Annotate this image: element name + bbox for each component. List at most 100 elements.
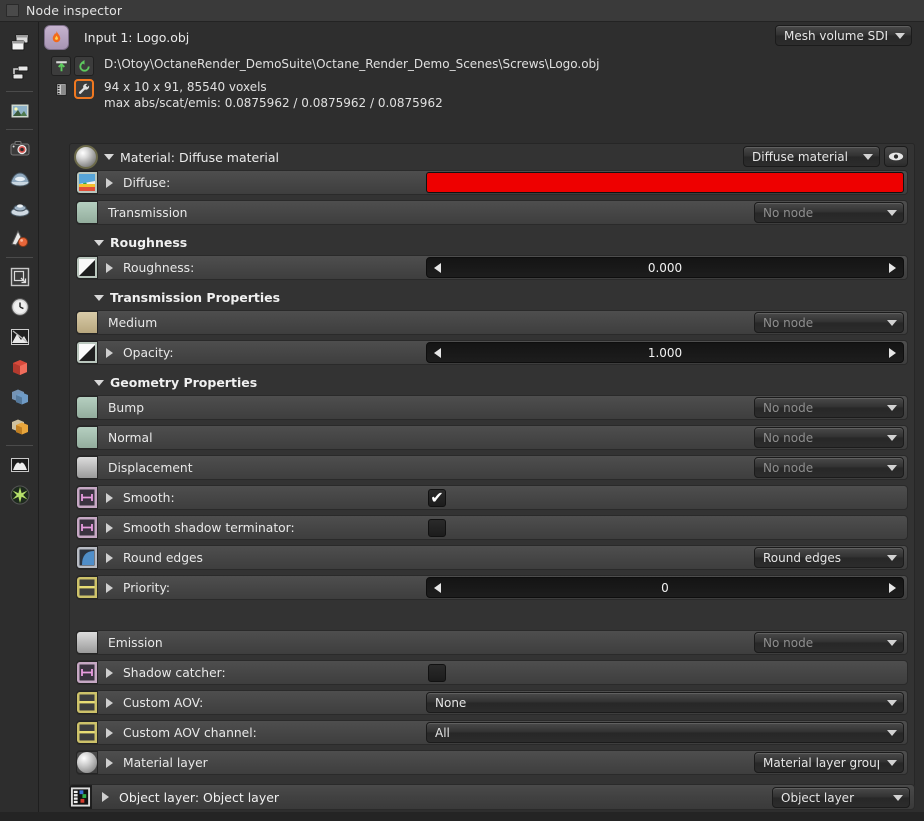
dropdown-round-edges[interactable]: Round edges xyxy=(754,547,904,568)
clock-icon[interactable] xyxy=(0,292,39,322)
blue-cube-icon[interactable] xyxy=(0,382,39,412)
material-type-selector[interactable]: Diffuse material xyxy=(743,146,880,167)
pin-int-swatch[interactable] xyxy=(76,691,98,714)
pin-gray-swatch[interactable] xyxy=(76,256,98,279)
node-type-selector[interactable]: Mesh volume SDF xyxy=(775,25,912,46)
dropdown-displacement[interactable]: No node xyxy=(754,457,904,478)
increment-arrow-icon[interactable] xyxy=(889,347,896,358)
expand-toggle-custom-aov-channel[interactable] xyxy=(106,727,113,738)
number-field-opacity[interactable]: 1.000 xyxy=(426,342,904,363)
expand-toggle-smooth-shadow-terminator[interactable] xyxy=(106,522,113,533)
dropdown-custom-aov[interactable]: None xyxy=(426,692,904,713)
eye-icon[interactable] xyxy=(884,146,908,167)
group-expand-toggle[interactable] xyxy=(94,239,104,246)
material-container: Material: Diffuse material Diffuse mater… xyxy=(69,143,915,787)
pin-image-swatch[interactable] xyxy=(76,171,98,194)
expand-toggle-diffuse[interactable] xyxy=(106,177,113,188)
dropdown-normal[interactable]: No node xyxy=(754,427,904,448)
medium-icon[interactable] xyxy=(0,194,39,224)
group-expand-toggle[interactable] xyxy=(94,379,104,386)
group-expand-toggle[interactable] xyxy=(94,294,104,301)
checkbox-smooth[interactable]: ✔ xyxy=(428,489,446,507)
dropdown-material-layer[interactable]: Material layer group xyxy=(754,752,904,773)
pin-roundedge-swatch[interactable] xyxy=(76,546,98,569)
flame-icon xyxy=(44,24,69,50)
group-label: Roughness xyxy=(110,235,188,250)
group-header-roughness-group[interactable]: Roughness xyxy=(76,230,908,255)
expand-toggle-custom-aov[interactable] xyxy=(106,697,113,708)
pin-green-swatch[interactable] xyxy=(76,201,98,224)
expand-toggle-smooth[interactable] xyxy=(106,492,113,503)
voxel-info-row: 94 x 10 x 91, 85540 voxels max abs/scat/… xyxy=(51,78,924,111)
histogram-icon[interactable] xyxy=(0,450,39,480)
decrement-arrow-icon[interactable] xyxy=(434,582,441,593)
pin-silver-swatch[interactable] xyxy=(76,456,98,479)
environment-icon[interactable] xyxy=(0,164,39,194)
chevron-down-icon xyxy=(887,699,897,706)
resolution-icon[interactable] xyxy=(0,262,39,292)
pin-gray-swatch[interactable] xyxy=(76,341,98,364)
group-header-transmission-properties-group[interactable]: Transmission Properties xyxy=(76,285,908,310)
toolbar-separator xyxy=(5,129,33,130)
color-field-diffuse[interactable] xyxy=(426,172,904,193)
row-smooth: Smooth: ✔ xyxy=(76,485,908,510)
orange-cube-icon[interactable] xyxy=(0,412,39,442)
expand-toggle-roughness[interactable] xyxy=(106,262,113,273)
render-targets-icon[interactable] xyxy=(0,28,39,58)
expand-toggle-round-edges[interactable] xyxy=(106,552,113,563)
pin-halfsphere-swatch[interactable] xyxy=(76,751,98,774)
kernel-icon[interactable] xyxy=(0,480,39,510)
chevron-down-icon xyxy=(887,759,897,766)
dropdown-medium[interactable]: No node xyxy=(754,312,904,333)
checkbox-shadow-catcher[interactable] xyxy=(428,664,446,682)
file-info: D:\Otoy\OctaneRender_DemoSuite\Octane_Re… xyxy=(39,52,924,117)
object-layer-expand-toggle[interactable] xyxy=(102,792,109,802)
material-sphere-icon[interactable] xyxy=(74,145,98,169)
pin-int-swatch[interactable] xyxy=(76,576,98,599)
increment-arrow-icon[interactable] xyxy=(889,582,896,593)
dropdown-transmission[interactable]: No node xyxy=(754,202,904,223)
increment-arrow-icon[interactable] xyxy=(889,262,896,273)
chevron-down-icon xyxy=(887,319,897,326)
camera-icon[interactable] xyxy=(0,134,39,164)
group-header-geometry-properties-group[interactable]: Geometry Properties xyxy=(76,370,908,395)
decrement-arrow-icon[interactable] xyxy=(434,262,441,273)
dropdown-custom-aov-channel[interactable]: All xyxy=(426,722,904,743)
pin-silver-swatch[interactable] xyxy=(76,631,98,654)
label-smooth: Smooth: xyxy=(123,490,175,505)
pin-int-swatch[interactable] xyxy=(76,721,98,744)
material-header: Material: Diffuse material Diffuse mater… xyxy=(70,144,914,170)
object-layer-selector[interactable]: Object layer xyxy=(772,787,910,808)
dropdown-bump[interactable]: No node xyxy=(754,397,904,418)
expand-toggle-opacity[interactable] xyxy=(106,347,113,358)
pin-bool-swatch[interactable] xyxy=(76,661,98,684)
checkbox-smooth-shadow-terminator[interactable] xyxy=(428,519,446,537)
row-transmission: Transmission No node xyxy=(76,200,908,225)
image-icon[interactable] xyxy=(0,96,39,126)
object-layer-row[interactable]: Object layer: Object layer Object layer xyxy=(69,784,915,810)
pin-bool-swatch[interactable] xyxy=(76,516,98,539)
label-custom-aov: Custom AOV: xyxy=(123,695,204,710)
number-field-roughness[interactable]: 0.000 xyxy=(426,257,904,278)
node-graph-icon[interactable] xyxy=(0,58,39,88)
inspector-panel: Input 1: Logo.obj Mesh volume SDF D:\Oto… xyxy=(39,22,924,821)
wrench-icon[interactable] xyxy=(74,79,94,99)
pin-green-swatch[interactable] xyxy=(76,426,98,449)
render-passes-icon[interactable] xyxy=(0,322,39,352)
window-menu-box[interactable] xyxy=(6,4,19,17)
number-field-priority[interactable]: 0 xyxy=(426,577,904,598)
expand-toggle-material-layer[interactable] xyxy=(106,757,113,768)
material-icon[interactable] xyxy=(0,224,39,254)
import-icon[interactable] xyxy=(51,56,71,76)
refresh-icon[interactable] xyxy=(74,56,94,76)
pin-green-swatch[interactable] xyxy=(76,396,98,419)
material-expand-toggle[interactable] xyxy=(104,154,114,160)
decrement-arrow-icon[interactable] xyxy=(434,347,441,358)
dropdown-emission[interactable]: No node xyxy=(754,632,904,653)
pin-tan-swatch[interactable] xyxy=(76,311,98,334)
expand-toggle-shadow-catcher[interactable] xyxy=(106,667,113,678)
red-cube-icon[interactable] xyxy=(0,352,39,382)
expand-toggle-priority[interactable] xyxy=(106,582,113,593)
film-icon[interactable] xyxy=(51,79,71,99)
pin-bool-swatch[interactable] xyxy=(76,486,98,509)
